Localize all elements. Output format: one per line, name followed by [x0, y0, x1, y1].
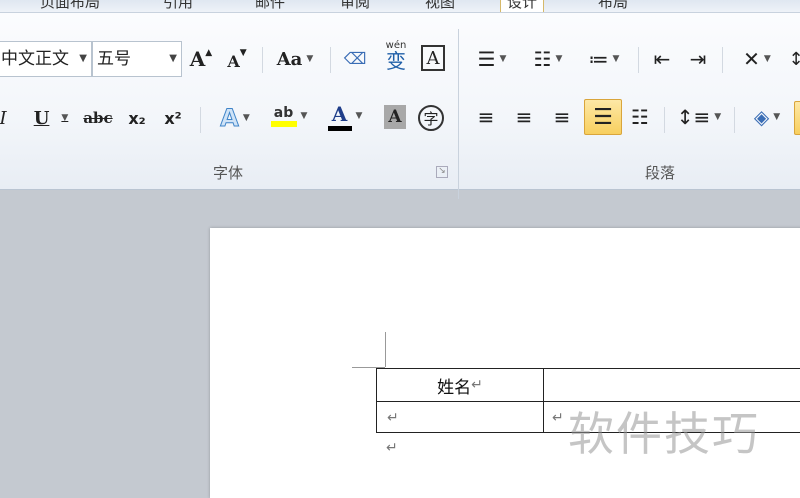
align-right-icon: ≡ — [553, 105, 571, 129]
highlight-button[interactable]: ab ▼ — [264, 101, 314, 131]
char-shading-button[interactable]: A — [384, 105, 406, 129]
bullets-button[interactable]: ☰ ▼ — [470, 44, 514, 74]
distributed-icon: ☷ — [631, 105, 649, 129]
enclose-char-icon: 字 — [423, 109, 439, 128]
line-spacing-icon: ↕≡ — [676, 105, 711, 129]
distributed-button[interactable]: ☷ — [626, 102, 654, 132]
subscript-icon: x₂ — [128, 108, 146, 128]
align-right-button[interactable]: ≡ — [548, 102, 576, 132]
numbering-button[interactable]: ☷ ▼ — [526, 44, 570, 74]
subscript-button[interactable]: x₂ — [124, 103, 150, 133]
paragraph-mark: ↵ — [471, 377, 483, 393]
font-color-icon: A — [327, 102, 352, 131]
paint-bucket-icon: ◈ — [753, 105, 770, 129]
separator — [262, 47, 263, 73]
superscript-button[interactable]: x² — [160, 103, 186, 133]
phonetic-guide-icon: 变 — [386, 49, 406, 73]
clear-formatting-button[interactable]: ⌫ — [340, 43, 370, 73]
change-case-button[interactable]: Aa ▼ — [274, 44, 316, 74]
decrease-indent-icon: ⇤ — [653, 47, 671, 71]
shrink-font-icon: A — [227, 51, 240, 71]
char-shading-icon: A — [388, 107, 402, 127]
ribbon: 中文正文 ▼ 五号 ▼ A ▲ A ▼ Aa ▼ ⌫ wén 变 A I U ▼ abc… — [0, 13, 800, 199]
chinese-layout-button[interactable]: ✕ ▼ — [734, 44, 780, 74]
enclose-char-button[interactable]: 字 — [418, 105, 444, 131]
paragraph-mark: ↵ — [552, 410, 564, 426]
font-group-label: 字体 — [212, 164, 243, 182]
font-name-combo[interactable]: 中文正文 ▼ — [0, 41, 92, 77]
table-cell-text: 姓名 — [437, 377, 472, 398]
font-color-button[interactable]: A ▼ — [322, 101, 368, 131]
sort-button[interactable]: ↕ — [788, 44, 800, 74]
line-spacing-button[interactable]: ↕≡ ▼ — [676, 102, 722, 132]
justify-button[interactable]: ☰ — [584, 99, 622, 135]
tab-review[interactable]: 审阅 — [340, 0, 370, 12]
separator — [200, 107, 201, 133]
char-border-button[interactable]: A — [421, 45, 445, 71]
multilevel-list-button[interactable]: ≔ ▼ — [582, 44, 626, 74]
underline-button[interactable]: U ▼ — [28, 103, 74, 133]
decrease-indent-button[interactable]: ⇤ — [648, 44, 676, 74]
tab-references[interactable]: 引用 — [163, 0, 193, 12]
margin-corner-mark — [385, 332, 386, 367]
italic-button[interactable]: I — [0, 103, 10, 133]
strikethrough-button[interactable]: abc — [82, 103, 114, 133]
text-effects-icon: A — [220, 104, 240, 133]
grow-font-button[interactable]: A ▲ — [188, 44, 214, 74]
separator — [638, 47, 639, 73]
align-left-icon: ≡ — [477, 105, 495, 129]
chevron-down-icon[interactable]: ▼ — [169, 42, 177, 76]
underline-icon: U — [33, 107, 50, 129]
tab-page-layout[interactable]: 页面布局 — [40, 0, 100, 12]
eraser-icon: ⌫ — [343, 48, 367, 68]
bullet-list-icon: ☰ — [477, 47, 496, 71]
separator — [734, 107, 735, 133]
font-size-value: 五号 — [97, 49, 131, 69]
tab-mailings[interactable]: 邮件 — [255, 0, 285, 12]
paragraph-mark: ↵ — [387, 410, 399, 426]
chevron-down-icon[interactable]: ▼ — [79, 42, 87, 76]
ribbon-tab-strip: 页面布局 引用 邮件 审阅 视图 设计 布局 — [0, 0, 800, 13]
shading-button[interactable]: ◈ ▼ — [744, 102, 790, 132]
shrink-font-button[interactable]: A ▼ — [224, 46, 250, 76]
tab-view[interactable]: 视图 — [425, 0, 455, 12]
font-name-value: 中文正文 — [1, 49, 69, 69]
phonetic-guide-button[interactable]: wén 变 — [380, 41, 412, 73]
strikethrough-icon: abc — [83, 109, 113, 127]
font-dialog-launcher-icon[interactable]: ↘ — [436, 166, 448, 178]
table-cell[interactable]: ↵ — [376, 401, 544, 433]
chinese-layout-icon: ✕ — [743, 47, 760, 71]
watermark: 软件技巧 — [568, 407, 760, 461]
highlighter-icon: ab — [270, 105, 297, 127]
paragraph-mark: ↵ — [386, 440, 398, 456]
increase-indent-button[interactable]: ⇥ — [684, 44, 712, 74]
increase-indent-icon: ⇥ — [689, 47, 707, 71]
separator — [664, 107, 665, 133]
separator — [722, 47, 723, 73]
superscript-icon: x² — [164, 108, 182, 128]
paragraph-group-label: 段落 — [644, 164, 675, 182]
multilevel-list-icon: ≔ — [588, 47, 609, 71]
tab-design[interactable]: 设计 — [500, 0, 545, 12]
font-size-combo[interactable]: 五号 ▼ — [92, 41, 182, 77]
numbered-list-icon: ☷ — [533, 47, 552, 71]
group-separator — [458, 29, 459, 199]
text-effects-button[interactable]: A ▼ — [212, 103, 258, 133]
change-case-icon: Aa — [276, 48, 303, 70]
align-center-button[interactable]: ≡ — [510, 102, 538, 132]
table-cell-name-header[interactable]: 姓名 ↵ — [376, 368, 544, 402]
grow-font-icon: A — [189, 47, 206, 71]
separator — [330, 47, 331, 73]
table-cell[interactable] — [543, 368, 800, 402]
sort-icon: ↕ — [788, 48, 800, 70]
char-border-icon: A — [426, 47, 440, 69]
tab-layout[interactable]: 布局 — [598, 0, 628, 12]
borders-button[interactable] — [794, 101, 800, 135]
align-center-icon: ≡ — [515, 105, 533, 129]
justify-icon: ☰ — [593, 104, 613, 130]
italic-icon: I — [0, 107, 7, 129]
align-left-button[interactable]: ≡ — [472, 102, 500, 132]
